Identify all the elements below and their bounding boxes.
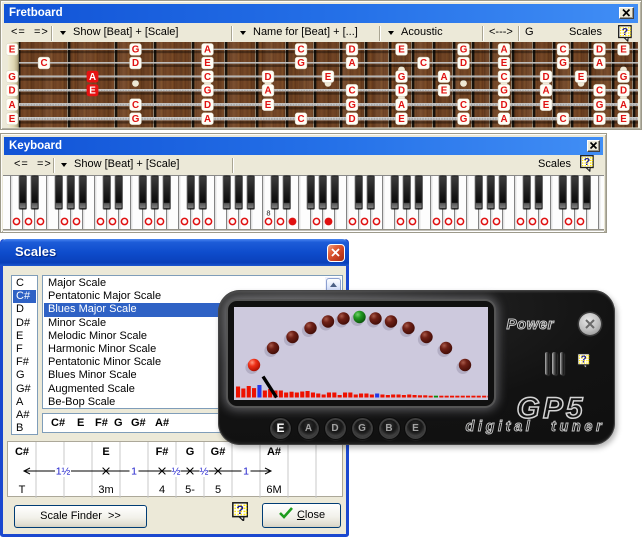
svg-text:G: G bbox=[132, 45, 140, 56]
svg-text:G: G bbox=[8, 72, 16, 83]
svg-text:C#: C# bbox=[15, 446, 29, 458]
svg-text:C: C bbox=[297, 45, 304, 56]
svg-text:T: T bbox=[19, 484, 26, 496]
svg-text:E: E bbox=[9, 45, 16, 56]
svg-text:E: E bbox=[325, 72, 332, 83]
svg-text:D: D bbox=[542, 72, 549, 83]
svg-text:G: G bbox=[620, 72, 628, 83]
svg-text:C: C bbox=[420, 58, 427, 69]
svg-text:C: C bbox=[132, 100, 139, 111]
svg-text:A: A bbox=[348, 58, 355, 69]
svg-text:G: G bbox=[297, 58, 305, 69]
svg-text:E: E bbox=[620, 114, 627, 125]
svg-text:D: D bbox=[348, 114, 355, 125]
svg-text:?: ? bbox=[584, 156, 590, 168]
svg-text:1: 1 bbox=[131, 466, 137, 478]
svg-text:G: G bbox=[186, 446, 195, 458]
svg-text:½: ½ bbox=[172, 466, 181, 478]
svg-text:A: A bbox=[542, 85, 549, 96]
svg-text:E: E bbox=[543, 100, 550, 111]
svg-text:E: E bbox=[102, 446, 109, 458]
svg-text:½: ½ bbox=[200, 466, 209, 478]
svg-text:C: C bbox=[460, 100, 467, 111]
svg-text:D: D bbox=[620, 85, 627, 96]
svg-text:G: G bbox=[460, 45, 468, 56]
svg-text:D: D bbox=[348, 45, 355, 56]
svg-text:A: A bbox=[500, 114, 507, 125]
svg-text:6M: 6M bbox=[266, 484, 281, 496]
svg-text:C: C bbox=[559, 114, 566, 125]
svg-text:?: ? bbox=[622, 26, 628, 38]
svg-text:4: 4 bbox=[159, 484, 165, 496]
svg-text:A: A bbox=[398, 100, 405, 111]
svg-text:D: D bbox=[204, 100, 211, 111]
svg-text:D: D bbox=[398, 85, 405, 96]
svg-text:3m: 3m bbox=[98, 484, 113, 496]
svg-text:D: D bbox=[264, 72, 271, 83]
svg-text:E: E bbox=[578, 72, 585, 83]
svg-text:D: D bbox=[460, 58, 467, 69]
svg-text:A#: A# bbox=[267, 446, 281, 458]
svg-text:D: D bbox=[132, 58, 139, 69]
svg-text:D: D bbox=[596, 45, 603, 56]
svg-text:C: C bbox=[596, 85, 603, 96]
svg-text:A: A bbox=[620, 100, 627, 111]
svg-text:C: C bbox=[559, 45, 566, 56]
svg-text:E: E bbox=[501, 58, 508, 69]
svg-text:C: C bbox=[204, 72, 211, 83]
svg-text:E: E bbox=[398, 45, 405, 56]
svg-text:G: G bbox=[204, 85, 212, 96]
svg-text:E: E bbox=[89, 85, 96, 96]
svg-text:A: A bbox=[204, 114, 211, 125]
svg-text:D: D bbox=[596, 114, 603, 125]
svg-text:A: A bbox=[440, 72, 447, 83]
svg-text:?: ? bbox=[581, 355, 587, 366]
svg-text:E: E bbox=[265, 100, 272, 111]
svg-text:E: E bbox=[398, 114, 405, 125]
svg-text:G: G bbox=[398, 72, 406, 83]
svg-text:F#: F# bbox=[156, 446, 169, 458]
svg-text:8: 8 bbox=[266, 208, 270, 217]
svg-text:G: G bbox=[500, 85, 508, 96]
svg-text:G: G bbox=[596, 100, 604, 111]
svg-text:D: D bbox=[8, 85, 15, 96]
svg-text:A: A bbox=[8, 100, 15, 111]
svg-text:G: G bbox=[559, 58, 567, 69]
svg-text:?: ? bbox=[236, 503, 244, 517]
svg-text:C: C bbox=[500, 72, 507, 83]
svg-text:E: E bbox=[9, 114, 16, 125]
svg-text:A: A bbox=[596, 58, 603, 69]
svg-text:G: G bbox=[460, 114, 468, 125]
svg-text:5-: 5- bbox=[185, 484, 195, 496]
svg-text:1: 1 bbox=[243, 466, 249, 478]
svg-text:G: G bbox=[132, 114, 140, 125]
svg-text:D: D bbox=[500, 100, 507, 111]
svg-text:C: C bbox=[348, 85, 355, 96]
svg-text:G: G bbox=[348, 100, 356, 111]
svg-text:A: A bbox=[264, 85, 271, 96]
svg-text:5: 5 bbox=[215, 484, 221, 496]
svg-text:E: E bbox=[620, 45, 627, 56]
svg-text:A: A bbox=[500, 45, 507, 56]
svg-text:E: E bbox=[204, 58, 211, 69]
svg-text:C: C bbox=[40, 58, 47, 69]
svg-text:1½: 1½ bbox=[56, 466, 71, 478]
svg-text:G#: G# bbox=[211, 446, 226, 458]
svg-text:A: A bbox=[89, 72, 96, 83]
svg-text:E: E bbox=[441, 85, 448, 96]
svg-text:A: A bbox=[204, 45, 211, 56]
svg-text:C: C bbox=[297, 114, 304, 125]
